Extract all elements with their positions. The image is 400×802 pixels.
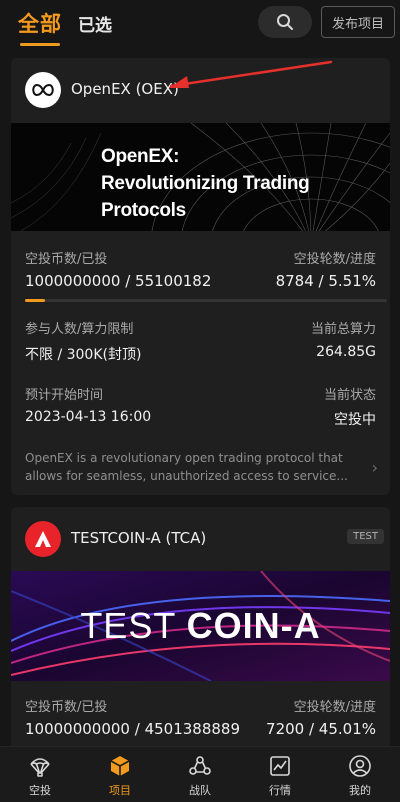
chart-icon [267,753,293,779]
project-banner: TEST COIN-A [11,571,390,681]
nav-item-mine[interactable]: 我的 [320,747,400,802]
rounds-label: 空投轮数/进度 [293,700,376,715]
nav-label: 项目 [109,784,131,797]
nav-item-team[interactable]: 战队 [160,747,240,802]
test-badge: TEST [347,529,384,544]
participants-value: 不限 / 300K(封顶) [25,347,142,363]
airdrop-value: 1000000000 / 55100182 [25,272,212,290]
nav-label: 我的 [349,784,371,797]
rounds-label: 空投轮数/进度 [293,252,376,267]
tab-selected[interactable]: 已选 [78,11,112,36]
status-label: 当前状态 [323,388,376,403]
airdrop-value: 10000000000 / 4501388889 [25,720,241,738]
team-icon [187,753,213,779]
testcoin-logo [25,521,61,557]
chevron-right-icon[interactable]: › [372,458,378,477]
start-time-label: 预计开始时间 [25,388,104,403]
airdrop-progress-fill [25,299,45,302]
openex-logo [25,72,61,108]
banner-title: TEST COIN-A [11,605,390,647]
search-button[interactable] [258,6,312,38]
participants-label: 参与人数/算力限制 [25,322,134,337]
start-time-value: 2023-04-13 16:00 [25,409,152,425]
nav-label: 空投 [29,784,51,797]
project-name: TESTCOIN-A (TCA) [71,529,207,547]
project-card[interactable]: TESTCOIN-A (TCA) TEST TEST COIN-A 空投币数/已… [11,507,390,757]
user-icon [347,753,373,779]
nav-label: 行情 [269,784,291,797]
tab-all-underline [20,43,60,46]
hashrate-value: 264.85G [316,344,376,360]
nav-label: 战队 [189,784,211,797]
nav-item-airdrop[interactable]: 空投 [0,747,80,802]
bottom-nav: 空投 项目 战队 行情 我的 [0,746,400,802]
nav-item-market[interactable]: 行情 [240,747,320,802]
infinity-icon [32,83,54,97]
airdrop-label: 空投币数/已投 [25,700,108,715]
project-card[interactable]: OpenEX (OEX) OpenEX: Revolutionizing Tra… [11,58,390,495]
triangle-a-icon [35,531,51,547]
nav-item-projects[interactable]: 项目 [80,747,160,802]
banner-title-text: OpenEX: Revolutionizing Trading Protocol… [101,146,310,221]
status-value: 空投中 [334,412,376,428]
project-description: OpenEX is a revolutionary open trading p… [25,451,348,483]
search-icon [277,14,293,30]
rounds-value: 7200 / 45.01% [266,720,376,738]
banner-title: OpenEX: Revolutionizing Trading Protocol… [101,143,310,224]
project-card-header: TESTCOIN-A (TCA) TEST [11,507,390,571]
top-bar: 全部 已选 发布项目 [0,0,400,48]
cube-icon [107,753,133,779]
banner-title-part-2: COIN-A [186,605,321,646]
tab-all[interactable]: 全部 [18,8,62,38]
banner-title-part-1: TEST [80,605,187,646]
annotation-arrow [169,60,333,88]
publish-project-button[interactable]: 发布项目 [321,6,395,38]
parachute-icon [27,753,53,779]
rounds-value: 8784 / 5.51% [275,272,376,290]
airdrop-progress-bar [25,299,387,302]
hashrate-label: 当前总算力 [310,322,376,337]
airdrop-label: 空投币数/已投 [25,252,108,267]
project-banner: OpenEX: Revolutionizing Trading Protocol… [11,123,390,231]
